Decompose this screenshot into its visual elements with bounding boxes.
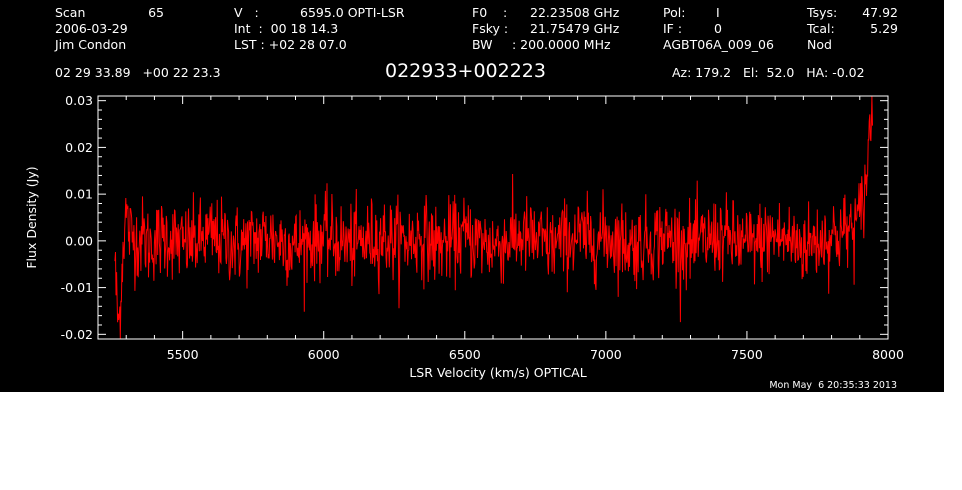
spectrum-series-line <box>114 95 873 340</box>
x-tick-label: 6500 <box>449 347 481 362</box>
y-tick-label: 0.01 <box>65 187 93 202</box>
x-tick-label: 6000 <box>308 347 340 362</box>
x-tick-label: 5500 <box>167 347 199 362</box>
x-axis-label: LSR Velocity (km/s) OPTICAL <box>409 365 586 380</box>
x-tick-label: 8000 <box>872 347 904 362</box>
y-tick-label: 0.02 <box>65 140 93 155</box>
series-line-group <box>114 95 873 340</box>
y-tick-label: 0.00 <box>65 233 93 248</box>
y-tick-label: 0.03 <box>65 93 93 108</box>
y-tick-label: -0.01 <box>61 280 93 295</box>
y-axis-label: Flux Density (Jy) <box>24 166 39 268</box>
spectrum-chart: 5500 6000 6500 7000 7500 8000 -0.02 -0.01 0.00 0.… <box>24 93 904 380</box>
x-tick-label: 7000 <box>590 347 622 362</box>
plot-frame <box>97 95 889 340</box>
y-tick-label: -0.02 <box>61 327 93 342</box>
x-tick-label: 7500 <box>731 347 763 362</box>
